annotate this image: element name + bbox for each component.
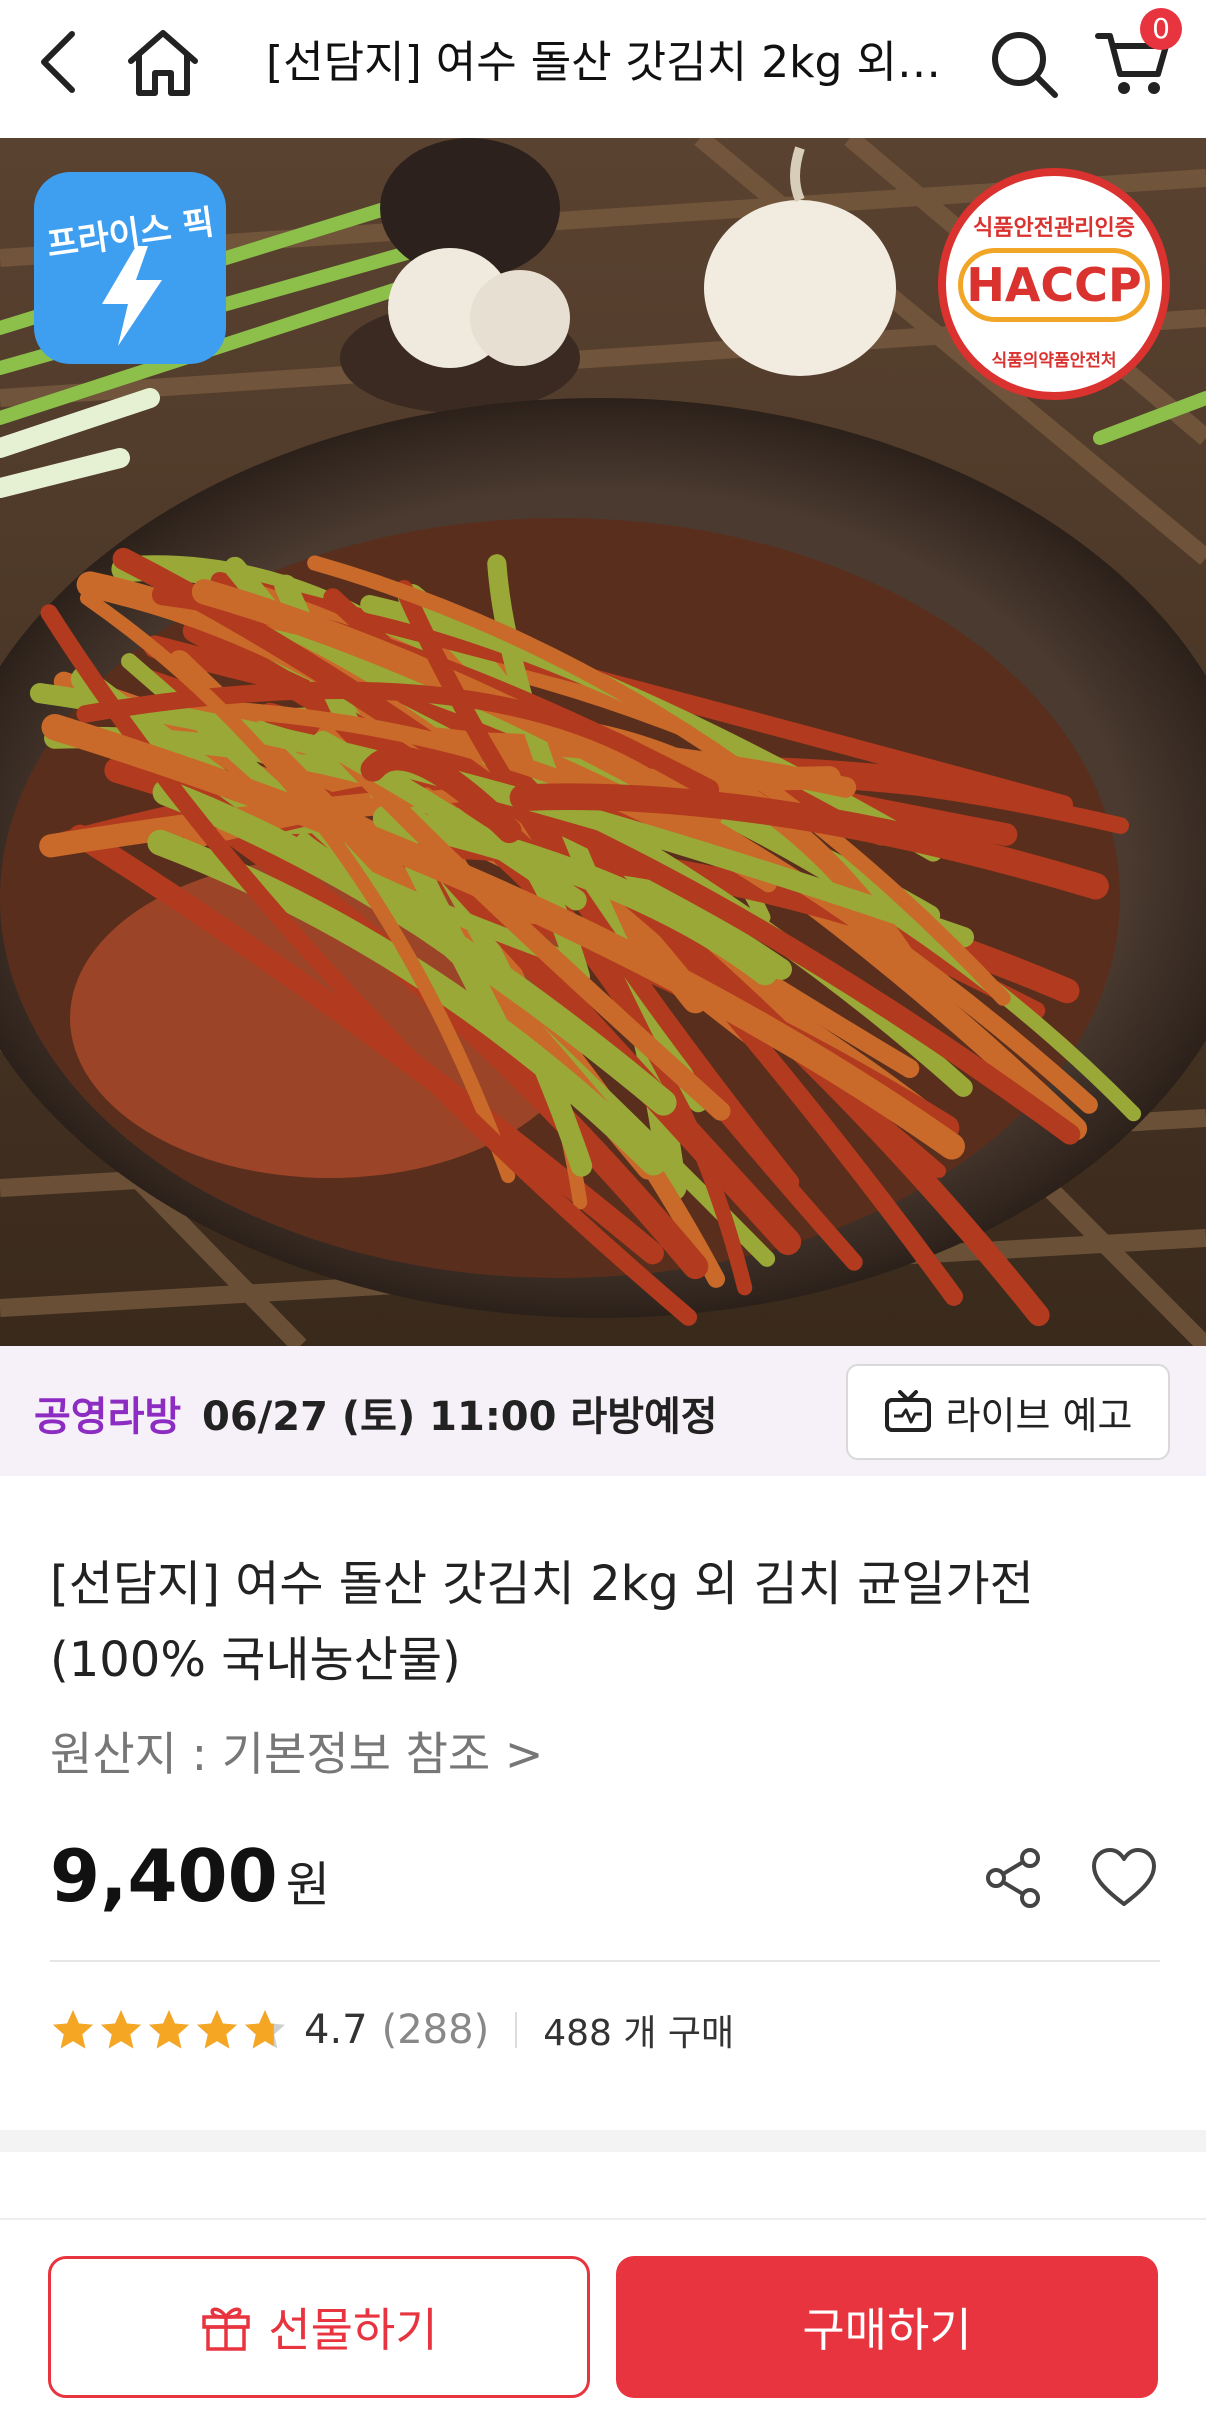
purchase-count: 488 개 구매	[543, 2013, 735, 2054]
rating-value: 4.7	[304, 2007, 368, 2053]
cart-button[interactable]: 0	[1082, 8, 1182, 110]
live-preview-button[interactable]: 라이브 예고	[846, 1364, 1170, 1460]
search-icon	[992, 32, 1058, 98]
back-icon	[41, 31, 75, 93]
separator	[515, 2012, 518, 2048]
price-currency: 원	[285, 1857, 330, 1913]
star-icon	[245, 2010, 285, 2049]
haccp-top-text: 식품안전관리인증	[973, 216, 1135, 241]
star-rating	[50, 2008, 288, 2052]
haccp-bottom-text: 식품의약품안전처	[991, 351, 1117, 371]
lightning-icon	[102, 246, 162, 346]
live-broadcast-banner: 공영라방 06/27 (토) 11:00 라방예정 라이브 예고	[0, 1346, 1206, 1476]
gift-button[interactable]: 선물하기	[48, 2256, 590, 2398]
page-title: [선담지] 여수 돌산 갓김치 2kg 외 ...	[266, 37, 946, 88]
star-icon	[149, 2010, 189, 2049]
star-icon	[101, 2010, 141, 2049]
live-tag: 공영라방	[34, 1394, 182, 1440]
heart-icon	[1092, 1848, 1156, 1906]
haccp-logo-text: HACCP	[958, 248, 1150, 322]
product-price: 9,400	[50, 1834, 278, 1918]
star-icon	[197, 2010, 237, 2049]
gift-label: 선물하기	[268, 2303, 438, 2357]
tv-icon	[884, 1390, 931, 1432]
price-pick-badge: 프라이스 픽	[34, 172, 226, 364]
cart-count-badge: 0	[1140, 8, 1182, 50]
live-schedule: 06/27 (토) 11:00 라방예정	[202, 1394, 718, 1440]
star-icon	[53, 2010, 93, 2049]
live-preview-label: 라이브 예고	[945, 1393, 1133, 1438]
divider	[50, 1960, 1160, 1962]
wishlist-button[interactable]	[1090, 1846, 1158, 1910]
section-gap	[0, 2130, 1206, 2152]
gift-icon	[202, 2307, 251, 2351]
review-count: (288)	[381, 2007, 490, 2053]
home-button[interactable]	[118, 18, 208, 108]
buy-label: 구매하기	[802, 2303, 972, 2357]
search-button[interactable]	[980, 20, 1070, 110]
product-title: [선담지] 여수 돌산 갓김치 2kg 외 김치 균일가전 (100% 국내농산…	[50, 1556, 1034, 1688]
home-icon	[128, 30, 198, 96]
top-header: [선담지] 여수 돌산 갓김치 2kg 외 ... 0	[0, 0, 1206, 138]
haccp-badge: 식품안전관리인증 HACCP 식품의약품안전처	[938, 168, 1170, 400]
share-button[interactable]	[982, 1846, 1046, 1910]
rating-row[interactable]: 4.7 (288) 488 개 구매	[50, 2000, 734, 2060]
back-button[interactable]	[22, 22, 94, 102]
origin-link[interactable]: 원산지 : 기본정보 참조 >	[50, 1718, 543, 1784]
section-line	[0, 2218, 1206, 2220]
price-row: 9,400 원	[50, 1834, 330, 1918]
product-image[interactable]: 프라이스 픽 식품안전관리인증 HACCP 식품의약품안전처	[0, 138, 1206, 1346]
share-icon	[986, 1848, 1040, 1908]
buy-button[interactable]: 구매하기	[616, 2256, 1158, 2398]
